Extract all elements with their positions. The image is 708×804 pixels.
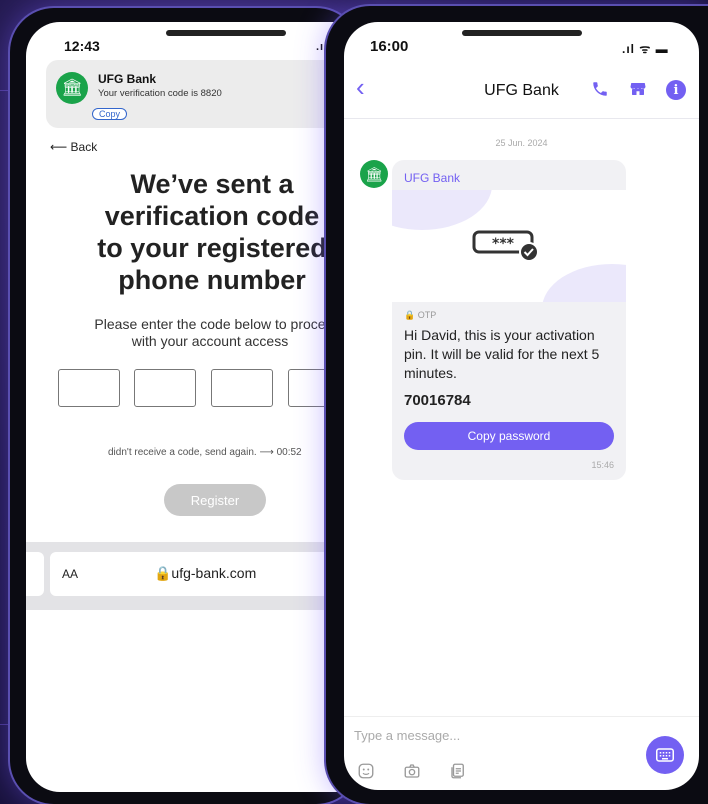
message-banner: ***	[392, 190, 626, 302]
decor-blob	[542, 264, 626, 302]
notification-title: UFG Bank	[98, 72, 157, 86]
activation-pin: 70016784	[404, 392, 471, 409]
instructions-text: Please enter the code below to proce wit…	[60, 316, 346, 350]
otp-message-bubble: UFG Bank *** 🔒 OTP Hi David, this is you…	[392, 160, 626, 480]
code-input-1[interactable]	[58, 369, 120, 407]
reader-settings-button[interactable]: AA	[62, 567, 78, 581]
page-title: We’ve sent a verification code to your r…	[72, 168, 346, 296]
lock-icon: 🔒	[404, 310, 416, 320]
right-phone-screen: 16:00 .ıl ᯤ ▬ ‹ UFG Bank i 25 Jun. 2024 …	[344, 22, 699, 790]
headline-line: to your registered	[97, 233, 327, 263]
bank-icon: 🏛	[56, 72, 88, 104]
register-button[interactable]: Register	[164, 484, 266, 516]
message-time: 15:46	[591, 460, 614, 470]
code-input-3[interactable]	[211, 369, 273, 407]
password-check-icon: ***	[472, 230, 539, 262]
phone-notch	[462, 30, 582, 36]
copy-password-button[interactable]: Copy password	[404, 422, 614, 450]
phone-icon[interactable]	[590, 80, 610, 100]
right-phone: 16:00 .ıl ᯤ ▬ ‹ UFG Bank i 25 Jun. 2024 …	[326, 6, 708, 804]
sms-notification[interactable]: 🏛 UFG Bank Your verification code is 882…	[46, 60, 346, 128]
header-divider	[344, 118, 699, 119]
info-icon[interactable]: i	[666, 80, 686, 100]
otp-label: OTP	[417, 310, 437, 320]
message-input[interactable]: Type a message...	[354, 728, 460, 743]
input-divider	[344, 716, 699, 717]
resend-code-link[interactable]: didn't receive a code, send again. ⟶ 00:…	[108, 447, 302, 458]
address-bar[interactable]: AA 🔒ufg-bank.com	[50, 552, 346, 596]
gallery-icon[interactable]	[448, 762, 468, 782]
camera-icon[interactable]	[402, 762, 422, 782]
status-time: 12:43	[64, 38, 100, 54]
headline-line: verification code	[104, 201, 320, 231]
otp-tag: 🔒 OTP	[404, 310, 436, 321]
decor-blob	[392, 190, 492, 230]
sender-name: UFG Bank	[404, 171, 461, 185]
left-phone: 12:43 .ıl 🏛 UFG Bank Your verification c…	[10, 8, 360, 804]
phone-notch	[166, 30, 286, 36]
status-time: 16:00	[370, 38, 409, 55]
copy-code-button[interactable]: Copy	[92, 108, 128, 120]
keyboard-icon[interactable]	[646, 736, 684, 774]
sticker-icon[interactable]	[356, 762, 376, 782]
url-text: 🔒ufg-bank.com	[154, 565, 257, 581]
headline-line: We’ve sent a	[130, 169, 294, 199]
instructions-line: with your account access	[131, 333, 289, 349]
status-icons: .ıl ᯤ ▬	[622, 42, 669, 56]
bank-icon[interactable]: 🏛	[360, 160, 388, 188]
message-text: Hi David, this is your activation pin. I…	[404, 327, 600, 381]
code-input-2[interactable]	[134, 369, 196, 407]
headline-line: phone number	[118, 265, 306, 295]
notification-message: Your verification code is 8820	[98, 88, 222, 99]
store-icon[interactable]	[628, 80, 648, 100]
left-phone-screen: 12:43 .ıl 🏛 UFG Bank Your verification c…	[26, 22, 346, 792]
date-separator: 25 Jun. 2024	[495, 138, 548, 148]
previous-tab[interactable]	[26, 552, 44, 596]
instructions-line: Please enter the code below to proce	[94, 316, 326, 332]
svg-text:***: ***	[492, 236, 515, 252]
back-link[interactable]: ⟵ Back	[50, 140, 97, 154]
